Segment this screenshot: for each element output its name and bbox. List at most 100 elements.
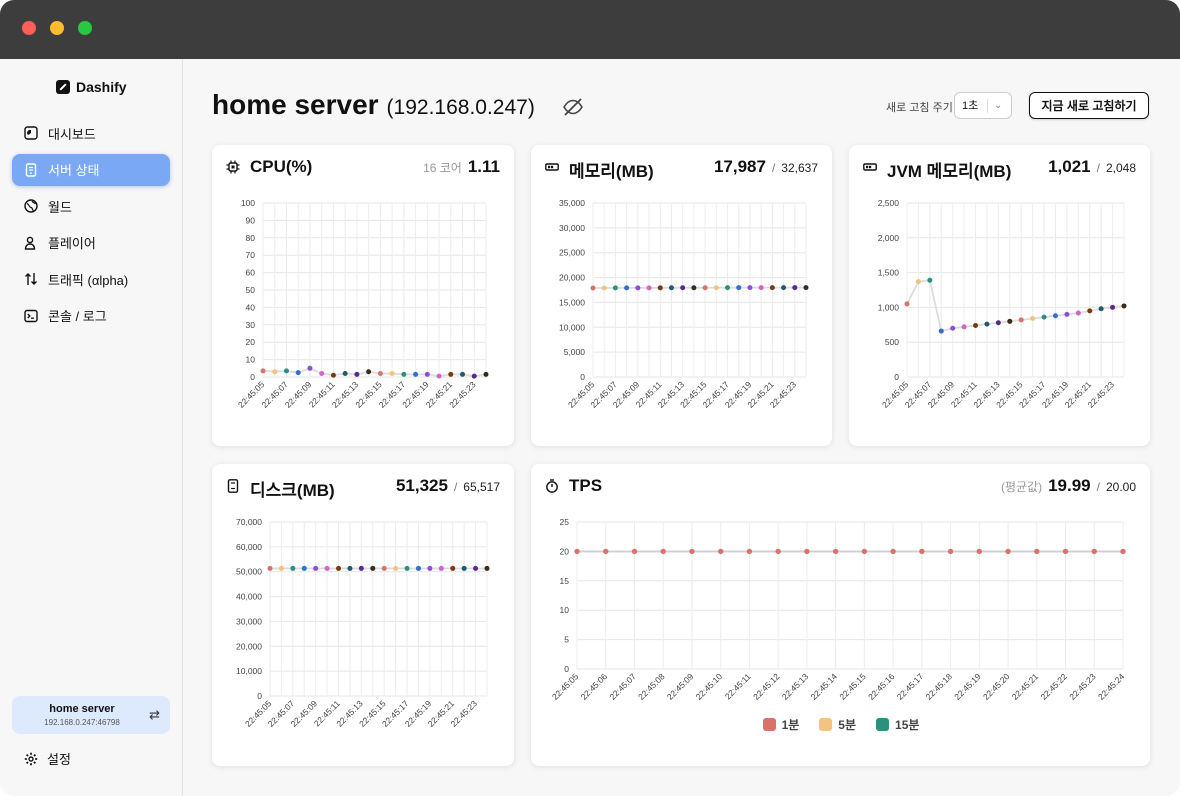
y-tick-label: 5 bbox=[564, 635, 569, 645]
data-point bbox=[984, 321, 990, 327]
x-tick-label: 22:45:08 bbox=[636, 671, 667, 702]
data-point bbox=[1075, 310, 1081, 316]
data-point bbox=[803, 285, 809, 291]
x-tick-label: 22:45:20 bbox=[981, 671, 1012, 702]
y-tick-label: 0 bbox=[564, 664, 569, 674]
y-tick-label: 15 bbox=[560, 576, 570, 586]
eye-off-icon[interactable] bbox=[561, 95, 585, 119]
legend-item-1m[interactable]: 1분 bbox=[762, 716, 799, 733]
data-point bbox=[746, 548, 753, 555]
swap-icon[interactable]: ⇄ bbox=[149, 707, 160, 723]
data-point bbox=[691, 285, 697, 291]
sidebar-item-world[interactable]: 월드 bbox=[12, 190, 170, 222]
cpu-chart: 010203040506070809010022:45:0522:45:0722… bbox=[236, 198, 489, 410]
server-address: 192.168.0.247:46798 bbox=[44, 718, 120, 727]
y-tick-label: 40 bbox=[246, 302, 256, 312]
legend-item-15m[interactable]: 15분 bbox=[876, 716, 919, 733]
data-point bbox=[938, 328, 944, 334]
refresh-interval-value: 1초 bbox=[955, 98, 988, 113]
data-point bbox=[961, 324, 967, 330]
x-tick-label: 22:45:18 bbox=[924, 671, 955, 702]
data-point bbox=[473, 565, 479, 571]
data-point bbox=[283, 368, 289, 374]
y-tick-label: 40,000 bbox=[236, 592, 262, 602]
data-point bbox=[689, 548, 695, 555]
data-point bbox=[389, 371, 395, 377]
data-point bbox=[1007, 318, 1013, 324]
data-point bbox=[307, 365, 313, 371]
y-tick-label: 1,500 bbox=[878, 268, 900, 278]
data-point bbox=[1121, 303, 1127, 309]
y-tick-label: 70,000 bbox=[236, 517, 262, 527]
globe-icon bbox=[24, 199, 38, 213]
sidebar-item-server-status[interactable]: 서버 상태 bbox=[12, 153, 170, 186]
data-point bbox=[401, 371, 407, 377]
data-point bbox=[427, 565, 433, 571]
data-point bbox=[436, 373, 442, 379]
y-tick-label: 50,000 bbox=[236, 567, 262, 577]
y-tick-label: 10 bbox=[246, 355, 256, 365]
data-point bbox=[313, 565, 319, 571]
legend-item-5m[interactable]: 5분 bbox=[819, 716, 856, 733]
y-tick-label: 500 bbox=[885, 337, 899, 347]
data-point bbox=[904, 301, 910, 307]
data-point bbox=[424, 371, 430, 377]
data-point bbox=[713, 285, 719, 291]
y-tick-label: 15,000 bbox=[559, 297, 585, 307]
app-logo[interactable]: Dashify bbox=[56, 79, 127, 95]
y-tick-label: 80 bbox=[246, 233, 256, 243]
y-tick-label: 10,000 bbox=[559, 322, 585, 332]
sidebar-nav: 대시보드 서버 상태 월드 플레이어 트래픽 (αlpha) 콘솔 / 로그 bbox=[12, 117, 170, 336]
x-tick-label: 22:45:10 bbox=[694, 671, 725, 702]
close-window-button[interactable] bbox=[22, 21, 36, 35]
x-tick-label: 22:45:13 bbox=[780, 671, 811, 702]
data-point bbox=[792, 285, 798, 291]
sidebar-item-traffic[interactable]: 트래픽 (αlpha) bbox=[12, 263, 170, 295]
x-tick-label: 22:45:24 bbox=[1096, 671, 1127, 702]
refresh-interval-select[interactable]: 1초 ⌄ bbox=[954, 92, 1012, 119]
sidebar-item-dashboard[interactable]: 대시보드 bbox=[12, 117, 170, 149]
settings-link[interactable]: 설정 bbox=[24, 749, 71, 768]
data-point bbox=[1110, 304, 1116, 310]
data-point bbox=[861, 548, 868, 555]
y-tick-label: 10,000 bbox=[236, 666, 262, 676]
sidebar-item-players[interactable]: 플레이어 bbox=[12, 227, 170, 259]
chart-legend: 1분 5분 15분 bbox=[531, 716, 1151, 733]
y-tick-label: 5,000 bbox=[564, 347, 586, 357]
data-point bbox=[483, 371, 489, 377]
maximize-window-button[interactable] bbox=[78, 21, 92, 35]
x-tick-label: 22:45:14 bbox=[809, 671, 840, 702]
y-tick-label: 1,000 bbox=[878, 302, 900, 312]
server-switcher[interactable]: home server 192.168.0.247:46798 ⇄ bbox=[12, 696, 170, 734]
gear-icon bbox=[24, 752, 38, 766]
refresh-now-button[interactable]: 지금 새로 고침하기 bbox=[1029, 92, 1149, 119]
data-point bbox=[995, 320, 1001, 326]
data-point bbox=[448, 371, 454, 377]
data-point bbox=[657, 285, 663, 291]
data-point bbox=[450, 565, 456, 571]
chevron-down-icon: ⌄ bbox=[994, 100, 1003, 111]
legend-swatch bbox=[762, 718, 776, 731]
data-point bbox=[370, 565, 376, 571]
y-tick-label: 90 bbox=[246, 215, 256, 225]
data-point bbox=[668, 285, 674, 291]
legend-swatch bbox=[876, 718, 890, 731]
disk-chart: 0 10,000 20,000 30,000 40,000 50,000 60,000 70,… bbox=[236, 517, 490, 729]
x-tick-label: 22:45:12 bbox=[751, 671, 782, 702]
sidebar-item-console[interactable]: 콘솔 / 로그 bbox=[12, 300, 170, 332]
y-tick-label: 20,000 bbox=[236, 641, 262, 651]
data-point bbox=[267, 565, 273, 571]
console-icon bbox=[24, 309, 38, 323]
x-tick-label: 22:45:11 bbox=[723, 671, 753, 701]
data-point bbox=[646, 285, 652, 291]
data-point bbox=[612, 285, 618, 291]
data-point bbox=[680, 285, 686, 291]
minimize-window-button[interactable] bbox=[50, 21, 64, 35]
jvm-memory-card: JVM 메모리(MB) 1,021 / 2,048 0 500 1,000 1,500… bbox=[849, 145, 1150, 446]
dashboard-icon bbox=[24, 126, 38, 140]
disk-card: 디스크(MB) 51,325 / 65,517 0 10,000 20,000 30,… bbox=[212, 464, 514, 766]
data-point bbox=[1064, 311, 1070, 317]
data-point bbox=[290, 565, 296, 571]
data-point bbox=[358, 565, 364, 571]
data-point bbox=[1062, 548, 1069, 555]
